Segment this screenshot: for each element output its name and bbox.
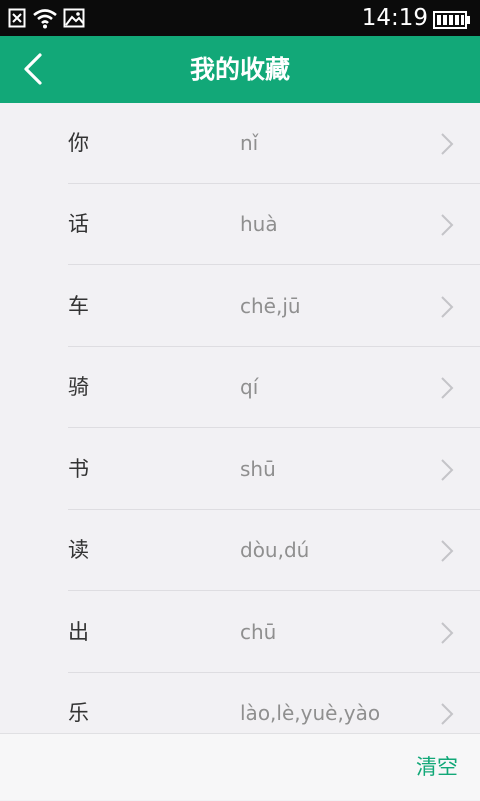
chevron-right-icon — [441, 459, 454, 481]
battery-icon — [433, 11, 470, 29]
list-item[interactable]: 书 shū — [0, 429, 480, 510]
list-item[interactable]: 出 chū — [0, 592, 480, 673]
back-button[interactable] — [10, 44, 60, 94]
title-bar: 我的收藏 — [0, 36, 480, 103]
gallery-icon — [63, 8, 85, 28]
pinyin-label: chū — [240, 620, 277, 644]
character-label: 出 — [68, 620, 89, 644]
chevron-right-icon — [441, 703, 454, 725]
list-item[interactable]: 乐 lào,lè,yuè,yào — [0, 673, 480, 733]
pinyin-label: shū — [240, 457, 276, 481]
list-item[interactable]: 话 huà — [0, 184, 480, 265]
pinyin-label: chē,jū — [240, 294, 301, 318]
divider — [68, 427, 480, 428]
chevron-left-icon — [24, 53, 42, 85]
chevron-right-icon — [441, 540, 454, 562]
pinyin-label: nǐ — [240, 131, 259, 155]
pinyin-label: dòu,dú — [240, 538, 310, 562]
character-label: 车 — [68, 294, 89, 318]
chevron-right-icon — [441, 133, 454, 155]
notification-close-icon — [8, 8, 26, 28]
character-label: 骑 — [68, 375, 89, 399]
list-item[interactable]: 读 dòu,dú — [0, 510, 480, 591]
pinyin-label: lào,lè,yuè,yào — [240, 701, 381, 725]
divider — [68, 264, 480, 265]
divider — [68, 590, 480, 591]
pinyin-label: huà — [240, 212, 278, 236]
character-label: 话 — [68, 212, 89, 236]
status-time: 14:19 — [361, 5, 428, 31]
pinyin-label: qí — [240, 375, 259, 399]
list-item[interactable]: 车 chē,jū — [0, 266, 480, 347]
chevron-right-icon — [441, 296, 454, 318]
wifi-icon — [33, 9, 57, 29]
status-bar: 14:19 — [0, 0, 480, 36]
character-label: 书 — [68, 457, 89, 481]
page-title: 我的收藏 — [189, 55, 290, 84]
list-item[interactable]: 骑 qí — [0, 347, 480, 428]
chevron-right-icon — [441, 214, 454, 236]
character-label: 你 — [68, 131, 89, 155]
character-label: 乐 — [68, 701, 89, 725]
character-label: 读 — [68, 538, 89, 562]
favorites-list: 你 nǐ 话 huà 车 chē,jū 骑 qí 书 shū 读 dòu,dú … — [0, 103, 480, 733]
chevron-right-icon — [441, 377, 454, 399]
bottom-bar: 清空 — [0, 733, 480, 800]
clear-button[interactable]: 清空 — [416, 734, 458, 801]
chevron-right-icon — [441, 622, 454, 644]
list-item[interactable]: 你 nǐ — [0, 103, 480, 184]
